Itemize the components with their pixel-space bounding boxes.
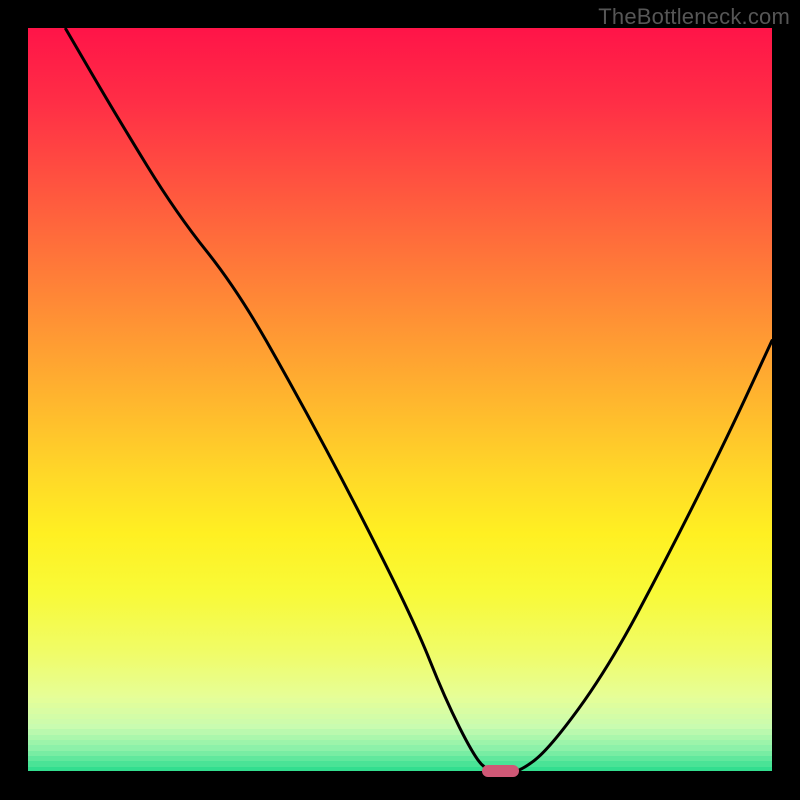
gradient-background bbox=[28, 28, 772, 772]
watermark-text: TheBottleneck.com bbox=[598, 4, 790, 30]
chart-container: TheBottleneck.com bbox=[0, 0, 800, 800]
plot-area bbox=[28, 28, 772, 772]
optimal-marker bbox=[482, 765, 519, 777]
x-axis-line bbox=[28, 771, 772, 774]
